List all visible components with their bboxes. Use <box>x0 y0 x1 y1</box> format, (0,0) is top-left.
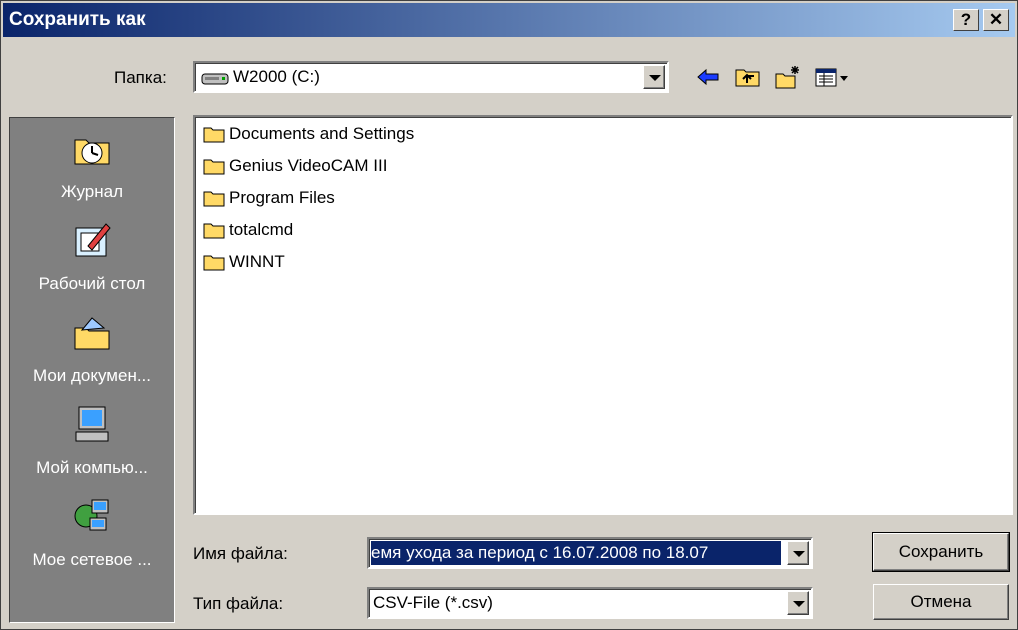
place-label: Рабочий стол <box>38 274 146 293</box>
title-bar[interactable]: Сохранить как ? ✕ <box>3 3 1015 37</box>
filename-input[interactable]: емя ухода за период с 16.07.2008 по 18.0… <box>371 541 781 565</box>
folder-icon <box>203 255 225 270</box>
folder-icon <box>203 127 225 142</box>
place-label: Мой компью... <box>36 458 148 477</box>
desktop-icon <box>75 223 111 257</box>
up-folder-icon[interactable] <box>733 63 763 91</box>
save-button[interactable]: Сохранить <box>872 532 1010 572</box>
file-name: WINNT <box>229 252 285 271</box>
cancel-button[interactable]: Отмена <box>873 584 1009 620</box>
chevron-down-icon <box>793 551 805 557</box>
list-item[interactable]: WINNT <box>203 249 285 275</box>
place-history[interactable]: Журнал <box>10 124 174 216</box>
filetype-value: CSV-File (*.csv) <box>373 593 493 612</box>
folder-current: W2000 (C:) <box>233 67 320 86</box>
place-label: Мое сетевое ... <box>32 550 152 569</box>
my-computer-icon <box>75 406 109 442</box>
folder-icon <box>203 159 225 174</box>
file-name: Program Files <box>229 188 335 207</box>
drive-icon <box>201 73 229 85</box>
filetype-dropdown-button[interactable] <box>787 591 809 615</box>
places-bar: Журнал Рабочий стол Мои докумен... Мой к… <box>9 117 175 623</box>
file-list[interactable]: Documents and Settings Genius VideoCAM I… <box>193 115 1013 515</box>
window-title: Сохранить как <box>9 9 146 30</box>
list-item[interactable]: Genius VideoCAM III <box>203 153 387 179</box>
folder-icon <box>203 191 225 206</box>
my-documents-icon <box>74 317 110 350</box>
file-name: Genius VideoCAM III <box>229 156 388 175</box>
place-my-computer[interactable]: Мой компью... <box>10 400 174 492</box>
network-icon <box>74 499 109 531</box>
list-item[interactable]: Documents and Settings <box>203 121 414 147</box>
chevron-down-icon <box>793 601 805 607</box>
save-as-dialog: Сохранить как ? ✕ Папка: W2000 (C:) Журн… <box>0 0 1018 630</box>
filetype-label: Тип файла: <box>193 594 284 613</box>
filename-label: Имя файла: <box>193 544 288 563</box>
list-item[interactable]: totalcmd <box>203 217 293 243</box>
back-icon[interactable] <box>693 63 723 91</box>
folder-label: Папка: <box>114 68 167 87</box>
chevron-down-icon <box>649 75 661 81</box>
filetype-select[interactable]: CSV-File (*.csv) <box>367 587 813 619</box>
place-label: Мои докумен... <box>32 366 152 385</box>
help-button[interactable]: ? <box>953 9 979 31</box>
place-desktop[interactable]: Рабочий стол <box>10 216 174 308</box>
place-network[interactable]: Мое сетевое ... <box>10 492 174 584</box>
new-folder-icon[interactable] <box>773 63 803 91</box>
folder-combo[interactable]: W2000 (C:) <box>193 61 669 93</box>
history-icon <box>74 139 110 165</box>
folder-icon <box>203 223 225 238</box>
folder-dropdown-button[interactable] <box>643 65 665 89</box>
file-name: totalcmd <box>229 220 294 239</box>
list-item[interactable]: Program Files <box>203 185 335 211</box>
view-menu-icon[interactable] <box>813 63 857 91</box>
filename-combo[interactable]: емя ухода за период с 16.07.2008 по 18.0… <box>367 537 813 569</box>
close-button[interactable]: ✕ <box>983 9 1009 31</box>
file-name: Documents and Settings <box>229 124 415 143</box>
place-label: Журнал <box>60 182 124 201</box>
place-my-documents[interactable]: Мои докумен... <box>10 308 174 400</box>
filename-dropdown-button[interactable] <box>787 541 809 565</box>
